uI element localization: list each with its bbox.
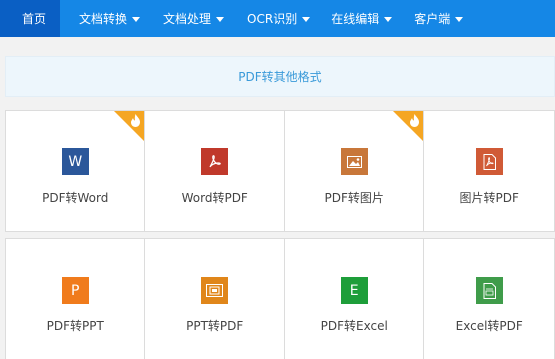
tool-image-to-pdf[interactable]: 图片转PDF	[424, 111, 554, 231]
excel-icon: E	[340, 277, 368, 304]
top-nav: 首页 文档转换 文档处理 OCR识别 在线编辑 客户端	[0, 0, 555, 37]
image-icon	[340, 148, 368, 175]
tool-pdf-to-image[interactable]: PDF转图片	[285, 111, 425, 231]
tool-pdf-to-excel[interactable]: E PDF转Excel	[285, 239, 425, 359]
nav-item-label: 客户端	[414, 12, 451, 26]
caret-down-icon	[302, 16, 311, 22]
tool-excel-to-pdf[interactable]: Excel转PDF	[424, 239, 554, 359]
nav-item-label: 文档转换	[79, 12, 128, 26]
word-icon: W	[61, 148, 89, 175]
tool-label: Word转PDF	[181, 191, 248, 205]
nav-item-label: OCR识别	[247, 12, 298, 26]
caret-down-icon	[384, 16, 393, 22]
tool-label: PDF转Excel	[320, 319, 388, 333]
nav-item-label: 在线编辑	[331, 12, 380, 26]
tool-label: PDF转图片	[324, 191, 384, 205]
caret-down-icon	[216, 16, 225, 22]
flame-icon	[410, 114, 420, 127]
flame-icon	[131, 114, 141, 127]
ppt-icon: P	[61, 277, 89, 304]
tool-grid-row-1: W PDF转Word Word转PDF PDF转图片 图片转PDF	[5, 110, 555, 232]
tool-grid-row-2: P PDF转PPT PPT转PDF E PDF转Excel Excel转PDF	[5, 238, 555, 359]
tool-label: PDF转PPT	[46, 319, 104, 333]
pdf-icon	[475, 148, 503, 175]
tool-label: Excel转PDF	[455, 319, 523, 333]
pdf-doc-icon	[475, 277, 503, 304]
nav-item-home[interactable]: 首页	[0, 0, 61, 37]
nav-item-doc-convert[interactable]: 文档转换	[79, 0, 141, 37]
tool-pdf-to-ppt[interactable]: P PDF转PPT	[6, 239, 146, 359]
tool-label: 图片转PDF	[459, 191, 519, 205]
category-banner: PDF转其他格式	[5, 56, 555, 97]
tool-ppt-to-pdf[interactable]: PPT转PDF	[145, 239, 285, 359]
nav-item-ocr[interactable]: OCR识别	[247, 0, 311, 37]
caret-down-icon	[132, 16, 141, 22]
nav-item-doc-process[interactable]: 文档处理	[163, 0, 225, 37]
nav-item-online-edit[interactable]: 在线编辑	[331, 0, 393, 37]
ppt-pdf-icon	[201, 277, 229, 304]
nav-item-label: 首页	[22, 12, 47, 26]
tool-word-to-pdf[interactable]: Word转PDF	[145, 111, 285, 231]
category-title: PDF转其他格式	[238, 70, 322, 84]
nav-item-client[interactable]: 客户端	[414, 0, 464, 37]
nav-item-label: 文档处理	[163, 12, 212, 26]
caret-down-icon	[455, 16, 464, 22]
pdf-icon	[201, 148, 229, 175]
tool-label: PDF转Word	[42, 191, 109, 205]
tool-pdf-to-word[interactable]: W PDF转Word	[6, 111, 146, 231]
tool-label: PPT转PDF	[186, 319, 244, 333]
